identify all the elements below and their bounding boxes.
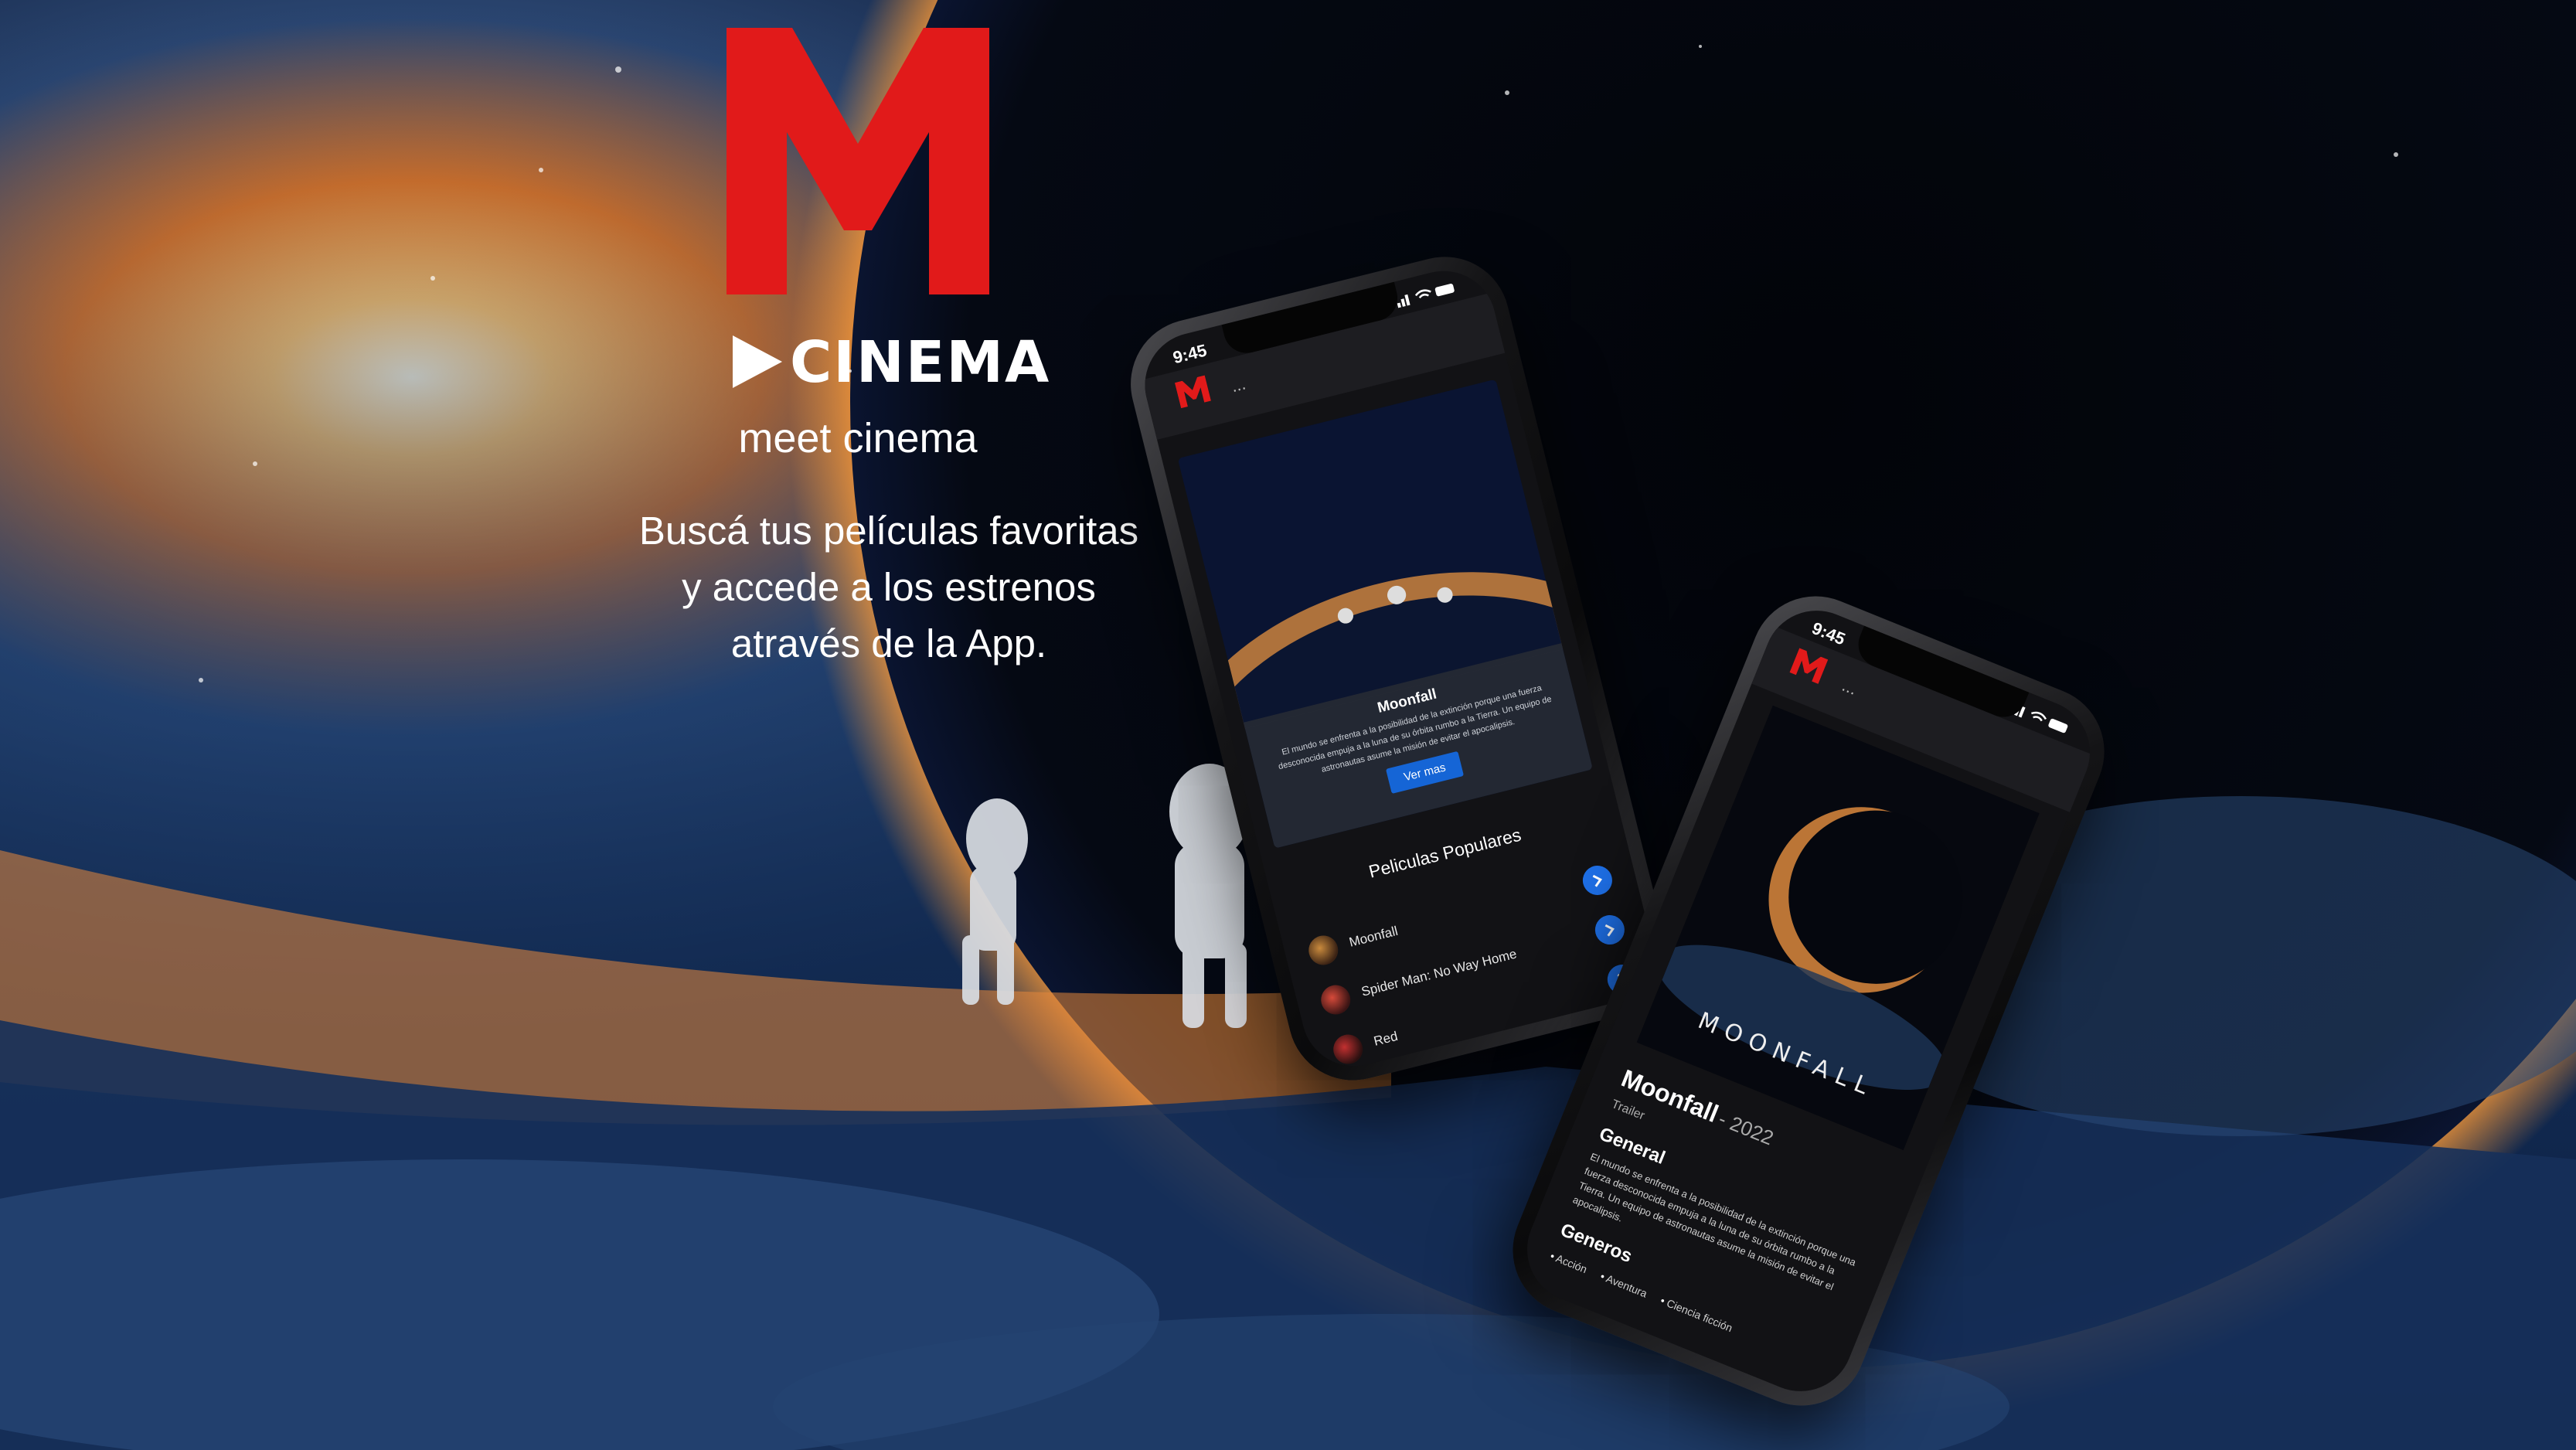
play-icon [733,335,782,388]
headline-line: através de la App. [730,621,1047,665]
signal-icon [1397,294,1411,308]
m-logo [727,28,989,294]
app-logo-icon[interactable] [1174,375,1213,416]
open-movie-button[interactable] [1579,862,1615,899]
movie-name: Moonfall [1347,923,1400,950]
menu-button[interactable]: ... [1229,374,1247,397]
open-movie-button[interactable] [1591,911,1628,948]
headline-line: y accede a los estrenos [682,565,1096,609]
genre-tag: Aventura [1598,1270,1649,1300]
movie-thumbnail [1318,982,1354,1018]
movie-thumbnail [1330,1031,1366,1067]
app-logo-icon[interactable] [1787,648,1829,691]
headline: Buscá tus películas favoritas y accede a… [556,502,1221,672]
movie-name: Red [1372,1028,1400,1049]
ver-mas-button[interactable]: Ver mas [1386,751,1464,794]
genre-tag: Acción [1548,1250,1589,1276]
headline-line: Buscá tus películas favoritas [638,509,1139,553]
battery-icon [1434,284,1455,297]
tagline: meet cinema [738,415,978,461]
wifi-icon [1414,289,1431,299]
chevron-right-icon [1604,924,1615,937]
chevron-right-icon [1592,874,1603,887]
cinema-wordmark: CINEMA [730,329,1049,396]
battery-icon [2048,718,2068,734]
menu-button[interactable]: ... [1839,676,1860,699]
wifi-icon [2031,711,2047,722]
hero-banner: Moonfall El mundo se enfrenta a la posib… [1177,379,1593,849]
movie-thumbnail [1305,932,1342,968]
cinema-name: CINEMA [790,329,1051,396]
